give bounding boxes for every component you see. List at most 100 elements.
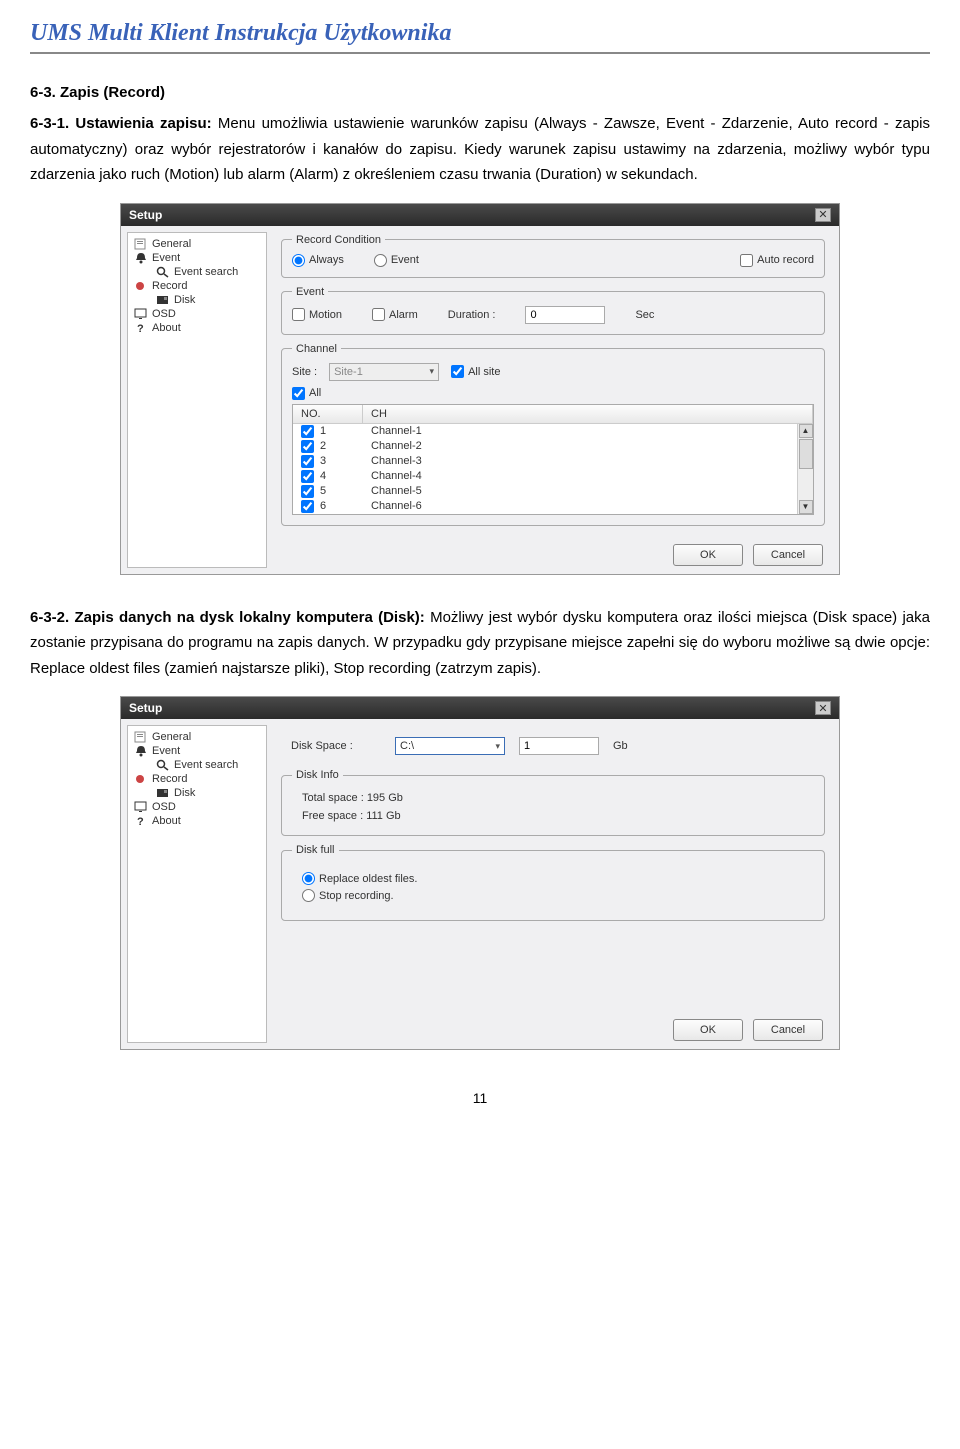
label: OSD: [152, 308, 176, 320]
radio-always[interactable]: Always: [292, 254, 344, 267]
check-alarm[interactable]: Alarm: [372, 308, 418, 321]
sidebar: General Event Event search Record Disk O…: [127, 725, 267, 1043]
check-motion[interactable]: Motion: [292, 308, 342, 321]
select-site[interactable]: Site-1 ▾: [329, 363, 439, 381]
question-icon: ?: [134, 815, 148, 827]
input-duration[interactable]: [525, 306, 605, 324]
setup-window-disk: Setup ✕ General Event Event search Recor…: [120, 696, 840, 1050]
info-total: Total space : 195 Gb: [292, 789, 814, 807]
monitor-icon: [134, 308, 148, 320]
sidebar-item-event-search[interactable]: Event search: [152, 758, 264, 772]
label: Record: [152, 280, 187, 292]
sidebar-item-about[interactable]: ? About: [130, 321, 264, 335]
page-title: UMS Multi Klient Instrukcja Użytkownika: [30, 20, 930, 54]
sidebar-item-osd[interactable]: OSD: [130, 800, 264, 814]
legend: Event: [292, 286, 328, 298]
sidebar-item-general[interactable]: General: [130, 237, 264, 251]
row-check[interactable]: [301, 425, 314, 438]
label-duration: Duration :: [448, 309, 496, 321]
sidebar-item-event[interactable]: Event: [130, 744, 264, 758]
input-size[interactable]: [519, 737, 599, 755]
radio-replace[interactable]: Replace oldest files.: [302, 872, 804, 885]
sidebar: General Event Event search Record Disk O…: [127, 232, 267, 568]
row-check[interactable]: [301, 500, 314, 513]
row-check[interactable]: [301, 470, 314, 483]
chevron-down-icon: ▾: [495, 741, 500, 752]
paragraph-6-3-2: 6-3-2. Zapis danych na dysk lokalny komp…: [30, 605, 930, 682]
record-icon: [134, 773, 148, 785]
label-disk-space: Disk Space :: [291, 740, 381, 752]
label: Replace oldest files.: [319, 873, 417, 885]
cell-ch: Channel-6: [363, 500, 813, 512]
titlebar: Setup ✕: [121, 697, 839, 719]
info-free: Free space : 111 Gb: [292, 807, 814, 825]
th-ch: CH: [363, 405, 813, 423]
table-row[interactable]: 3Channel-3: [293, 454, 813, 469]
table-row[interactable]: 5Channel-5: [293, 484, 813, 499]
sidebar-item-record[interactable]: Record: [130, 279, 264, 293]
fieldset-channel: Channel Site : Site-1 ▾ All site All NO.…: [281, 343, 825, 526]
close-icon[interactable]: ✕: [815, 701, 831, 715]
label: About: [152, 322, 181, 334]
table-row[interactable]: 2Channel-2: [293, 439, 813, 454]
label: Motion: [309, 309, 342, 321]
cancel-button[interactable]: Cancel: [753, 1019, 823, 1041]
label: Event: [391, 254, 419, 266]
label: All site: [468, 366, 500, 378]
chevron-down-icon: ▾: [430, 366, 435, 377]
window-title: Setup: [129, 701, 162, 715]
scroll-up-icon[interactable]: ▲: [799, 424, 813, 438]
sidebar-item-record[interactable]: Record: [130, 772, 264, 786]
check-auto-record[interactable]: Auto record: [740, 254, 814, 267]
sidebar-item-disk[interactable]: Disk: [152, 786, 264, 800]
label-gb: Gb: [613, 740, 628, 752]
cell-no: 5: [320, 485, 326, 497]
question-icon: ?: [134, 322, 148, 334]
label-site: Site :: [292, 366, 317, 378]
th-no: NO.: [293, 405, 363, 423]
row-check[interactable]: [301, 485, 314, 498]
label: Event: [152, 745, 180, 757]
legend: Disk Info: [292, 769, 343, 781]
row-check[interactable]: [301, 455, 314, 468]
label: General: [152, 731, 191, 743]
sidebar-item-about[interactable]: ? About: [130, 814, 264, 828]
cell-ch: Channel-2: [363, 440, 813, 452]
label: Record: [152, 773, 187, 785]
ok-button[interactable]: OK: [673, 1019, 743, 1041]
table-body: 1Channel-1 2Channel-2 3Channel-3 4Channe…: [293, 424, 813, 514]
scroll-thumb[interactable]: [799, 439, 813, 469]
label: OSD: [152, 801, 176, 813]
label: Disk: [174, 294, 195, 306]
sidebar-item-event-search[interactable]: Event search: [152, 265, 264, 279]
table-row[interactable]: 1Channel-1: [293, 424, 813, 439]
select-drive[interactable]: C:\ ▾: [395, 737, 505, 755]
svg-text:?: ?: [137, 323, 144, 334]
channel-table: NO. CH 1Channel-1 2Channel-2 3Channel-3 …: [292, 404, 814, 515]
radio-stop[interactable]: Stop recording.: [302, 889, 804, 902]
svg-text:?: ?: [137, 816, 144, 827]
scroll-down-icon[interactable]: ▼: [799, 500, 813, 514]
sidebar-item-general[interactable]: General: [130, 730, 264, 744]
table-row[interactable]: 4Channel-4: [293, 469, 813, 484]
radio-event[interactable]: Event: [374, 254, 419, 267]
sidebar-item-event[interactable]: Event: [130, 251, 264, 265]
row-check[interactable]: [301, 440, 314, 453]
check-all-site[interactable]: All site: [451, 365, 500, 378]
para-lead: 6-3-1. Ustawienia zapisu:: [30, 115, 212, 132]
sidebar-item-disk[interactable]: Disk: [152, 293, 264, 307]
cancel-button[interactable]: Cancel: [753, 544, 823, 566]
check-all[interactable]: All: [292, 387, 321, 400]
ok-button[interactable]: OK: [673, 544, 743, 566]
scrollbar[interactable]: ▲ ▼: [797, 424, 813, 514]
label: Event search: [174, 266, 238, 278]
legend: Disk full: [292, 844, 339, 856]
label: Event: [152, 252, 180, 264]
disk-icon: [156, 787, 170, 799]
table-row[interactable]: 6Channel-6: [293, 499, 813, 514]
label: Event search: [174, 759, 238, 771]
sidebar-item-osd[interactable]: OSD: [130, 307, 264, 321]
close-icon[interactable]: ✕: [815, 208, 831, 222]
paragraph-6-3-1: 6-3-1. Ustawienia zapisu: Menu umożliwia…: [30, 111, 930, 188]
cell-ch: Channel-3: [363, 455, 813, 467]
